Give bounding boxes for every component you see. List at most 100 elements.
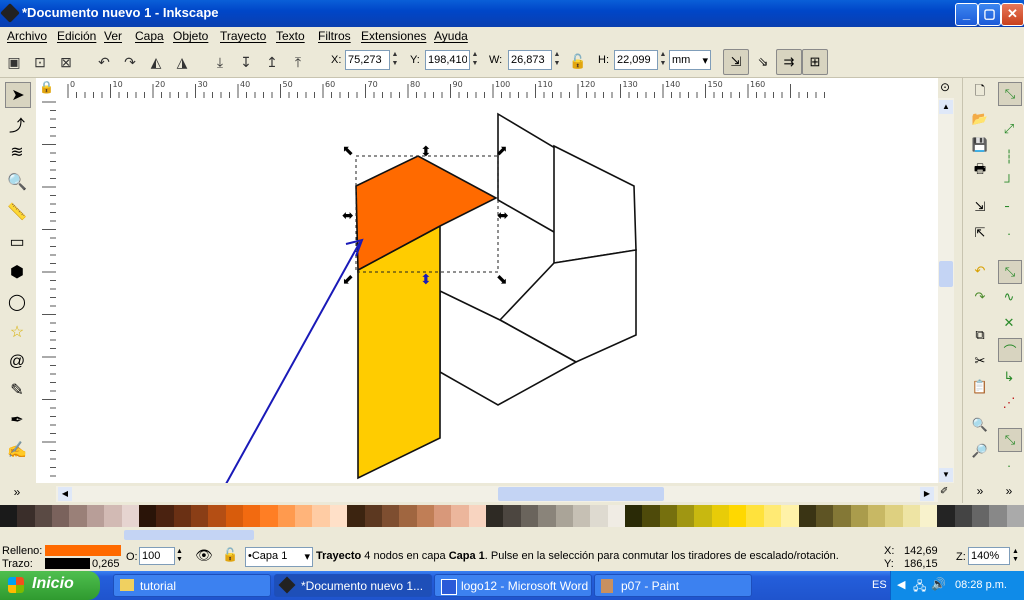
palette-swatch[interactable] bbox=[694, 505, 712, 527]
palette-swatch[interactable] bbox=[972, 505, 990, 527]
palette-swatch[interactable] bbox=[763, 505, 782, 527]
palette-swatch[interactable] bbox=[659, 505, 678, 527]
scroll-down-icon[interactable]: ▼ bbox=[939, 468, 953, 482]
lock-guides-icon[interactable]: 🔒 bbox=[39, 80, 54, 94]
palette-swatch[interactable] bbox=[503, 505, 521, 527]
w-field[interactable] bbox=[508, 50, 552, 70]
print-icon[interactable]: 🖶 bbox=[969, 160, 991, 182]
palette-swatch[interactable] bbox=[17, 505, 35, 527]
snap-intersections-icon[interactable]: ✕ bbox=[998, 312, 1020, 334]
language-indicator[interactable]: ES bbox=[872, 579, 887, 591]
start-button[interactable]: Inicio bbox=[0, 571, 100, 600]
h-field[interactable] bbox=[614, 50, 658, 70]
palette-swatch[interactable] bbox=[607, 505, 625, 527]
zoom-corner-icon[interactable]: ✐ bbox=[940, 486, 954, 500]
opacity-field[interactable] bbox=[139, 547, 175, 565]
palette-swatch[interactable] bbox=[850, 505, 868, 527]
drawing-canvas[interactable]: ⬉ ⬍ ⬈ ⬌ ⬌ ⬋ ⬍ ⬊ bbox=[56, 98, 938, 483]
palette-swatch[interactable] bbox=[0, 505, 18, 527]
calligraphy-tool-icon[interactable]: ✍ bbox=[5, 438, 29, 462]
palette-swatch[interactable] bbox=[173, 505, 191, 527]
snap-bbox-midpoint-icon[interactable]: ╴ bbox=[998, 196, 1020, 218]
zoom-drawing-icon[interactable]: 🔎 bbox=[969, 440, 991, 462]
snap-bbox-icon[interactable]: ⤢ bbox=[998, 118, 1020, 140]
pencil-tool-icon[interactable]: ✎ bbox=[5, 378, 29, 402]
flip-horizontal-icon[interactable]: ◭ bbox=[146, 52, 166, 72]
volume-icon[interactable]: 🔊 bbox=[931, 577, 946, 591]
scroll-left-icon[interactable]: ◀ bbox=[58, 487, 72, 501]
palette-swatch[interactable] bbox=[920, 505, 938, 527]
palette-swatch[interactable] bbox=[225, 505, 244, 527]
palette-swatch[interactable] bbox=[815, 505, 834, 527]
lower-bottom-icon[interactable]: ⤓ bbox=[210, 52, 230, 72]
palette-swatch[interactable] bbox=[329, 505, 348, 527]
snap-paths-icon[interactable]: ∿ bbox=[998, 286, 1020, 308]
layer-dropdown[interactable]: •Capa 1 ▾ bbox=[245, 547, 313, 567]
palette-swatch[interactable] bbox=[1006, 505, 1024, 527]
palette-swatch[interactable] bbox=[711, 505, 730, 527]
horizontal-scrollbar[interactable]: ◀ ▶ bbox=[56, 486, 938, 502]
snap-nodes-icon[interactable]: ⤡ bbox=[998, 260, 1022, 284]
eye-icon[interactable]: 👁 bbox=[195, 547, 213, 564]
palette-scroll-thumb[interactable] bbox=[124, 530, 254, 540]
redo-icon[interactable]: ↷ bbox=[969, 286, 991, 308]
palette-swatch[interactable] bbox=[451, 505, 469, 527]
palette-swatch[interactable] bbox=[86, 505, 105, 527]
new-doc-icon[interactable]: 🗋 bbox=[969, 82, 991, 104]
rotate-cw-icon[interactable]: ↷ bbox=[120, 52, 140, 72]
palette-swatch[interactable] bbox=[121, 505, 139, 527]
scale-corners-toggle[interactable]: ⇘ bbox=[750, 49, 776, 75]
deselect-icon[interactable]: ⊠ bbox=[56, 52, 76, 72]
scroll-up-icon[interactable]: ▲ bbox=[939, 100, 953, 114]
palette-swatch[interactable] bbox=[468, 505, 487, 527]
palette-swatch[interactable] bbox=[416, 505, 434, 527]
palette-swatch[interactable] bbox=[729, 505, 747, 527]
palette-swatch[interactable] bbox=[295, 505, 313, 527]
palette-swatch[interactable] bbox=[642, 505, 660, 527]
palette-swatch[interactable] bbox=[885, 505, 903, 527]
palette-swatch[interactable] bbox=[364, 505, 382, 527]
stroke-swatch[interactable] bbox=[45, 558, 90, 569]
palette-swatch[interactable] bbox=[555, 505, 573, 527]
star-tool-icon[interactable]: ☆ bbox=[5, 320, 29, 344]
copy-icon[interactable]: ⧉ bbox=[969, 324, 991, 346]
snap-center-icon[interactable]: · bbox=[998, 454, 1020, 476]
more-commands-icon[interactable]: » bbox=[969, 480, 991, 502]
palette-scrollbar[interactable] bbox=[0, 528, 1024, 542]
more-tools-icon[interactable]: » bbox=[5, 480, 29, 504]
palette-swatch[interactable] bbox=[798, 505, 816, 527]
hex-segment-upper-right[interactable] bbox=[553, 144, 637, 264]
y-spin-arrows[interactable]: ▲ ▼ bbox=[470, 50, 480, 70]
menu-capa[interactable]: Capa bbox=[135, 29, 164, 43]
palette-swatch[interactable] bbox=[399, 505, 417, 527]
horizontal-scroll-thumb[interactable] bbox=[498, 487, 664, 501]
lower-icon[interactable]: ↧ bbox=[236, 52, 256, 72]
zoom-field[interactable] bbox=[968, 547, 1010, 565]
save-icon[interactable]: 💾 bbox=[969, 134, 991, 156]
rotate-ccw-icon[interactable]: ↶ bbox=[94, 52, 114, 72]
maximize-button[interactable]: ▢ bbox=[978, 3, 1001, 26]
open-icon[interactable]: 📂 bbox=[969, 108, 991, 130]
menu-ver[interactable]: Ver bbox=[104, 29, 122, 43]
pen-tool-icon[interactable]: ✒ bbox=[5, 408, 29, 432]
fill-swatch[interactable] bbox=[45, 545, 121, 556]
h-spin-arrows[interactable]: ▲ ▼ bbox=[658, 50, 668, 70]
snap-others-icon[interactable]: ⤡ bbox=[998, 428, 1022, 452]
w-spin-arrows[interactable]: ▲ ▼ bbox=[552, 50, 562, 70]
network-icon[interactable]: 🖧 bbox=[913, 577, 926, 598]
measure-tool-icon[interactable]: 📏 bbox=[5, 200, 29, 224]
menu-edicion[interactable]: Edición bbox=[57, 29, 96, 43]
select-all-layers-icon[interactable]: ⊡ bbox=[30, 52, 50, 72]
palette-swatch[interactable] bbox=[867, 505, 886, 527]
palette-swatch[interactable] bbox=[312, 505, 330, 527]
palette-swatch[interactable] bbox=[833, 505, 851, 527]
ellipse-tool-icon[interactable]: ◯ bbox=[5, 290, 29, 314]
opacity-spin-arrows[interactable]: ▲ ▼ bbox=[176, 548, 183, 564]
padlock-icon[interactable]: 🔓 bbox=[222, 547, 238, 563]
palette-swatch[interactable] bbox=[433, 505, 452, 527]
x-field[interactable] bbox=[345, 50, 390, 70]
rectangle-tool-icon[interactable]: ▭ bbox=[5, 230, 29, 254]
flip-vertical-icon[interactable]: ◮ bbox=[172, 52, 192, 72]
task-word[interactable]: logo12 - Microsoft Word bbox=[434, 574, 592, 597]
zoom-spin-arrows[interactable]: ▲ ▼ bbox=[1012, 548, 1019, 564]
